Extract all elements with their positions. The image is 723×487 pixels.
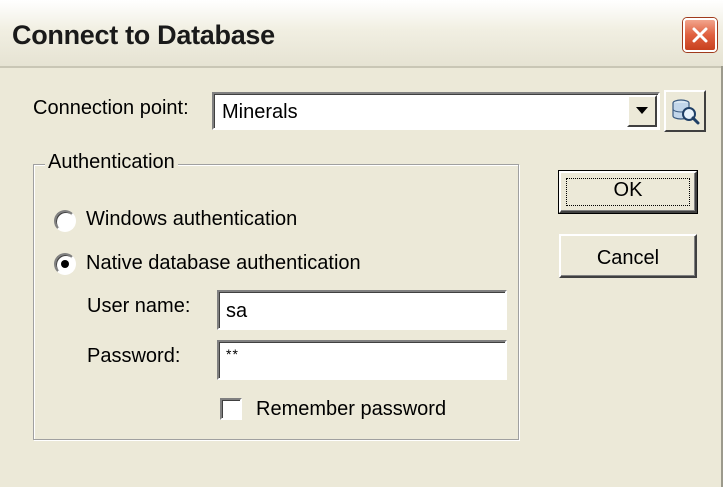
connection-dropdown-button[interactable] [627, 95, 657, 127]
dialog-title: Connect to Database [12, 20, 275, 50]
connection-point-value: Minerals [222, 101, 298, 123]
connect-dialog: Connect to Database Connection point: Mi… [0, 0, 723, 487]
connection-point-label: Connection point: [33, 97, 189, 119]
username-label: User name: [87, 295, 191, 317]
connection-point-combo[interactable]: Minerals [212, 92, 660, 130]
cancel-button[interactable]: Cancel [559, 234, 697, 278]
database-search-icon [672, 99, 700, 125]
browse-database-button[interactable] [664, 90, 706, 132]
username-input[interactable]: sa [217, 290, 507, 330]
cancel-button-label: Cancel [596, 247, 660, 269]
native-auth-label[interactable]: Native database authentication [86, 252, 361, 275]
chevron-down-icon [636, 107, 648, 114]
windows-auth-radio[interactable] [54, 210, 76, 232]
password-label: Password: [87, 345, 181, 367]
username-value: sa [226, 300, 248, 322]
close-button[interactable] [683, 18, 717, 52]
remember-password-label[interactable]: Remember password [256, 398, 446, 421]
ok-button[interactable]: OK [558, 170, 698, 214]
password-value: ** [226, 346, 239, 362]
authentication-group-label: Authentication [45, 151, 178, 174]
remember-password-checkbox[interactable] [220, 398, 242, 420]
title-bar[interactable]: Connect to Database [0, 0, 723, 68]
radio-selected-dot [61, 260, 69, 268]
native-auth-radio[interactable] [54, 253, 76, 275]
close-icon [692, 27, 708, 43]
windows-auth-label[interactable]: Windows authentication [86, 208, 297, 231]
password-input[interactable]: ** [217, 340, 507, 380]
ok-button-label: OK [613, 179, 643, 201]
